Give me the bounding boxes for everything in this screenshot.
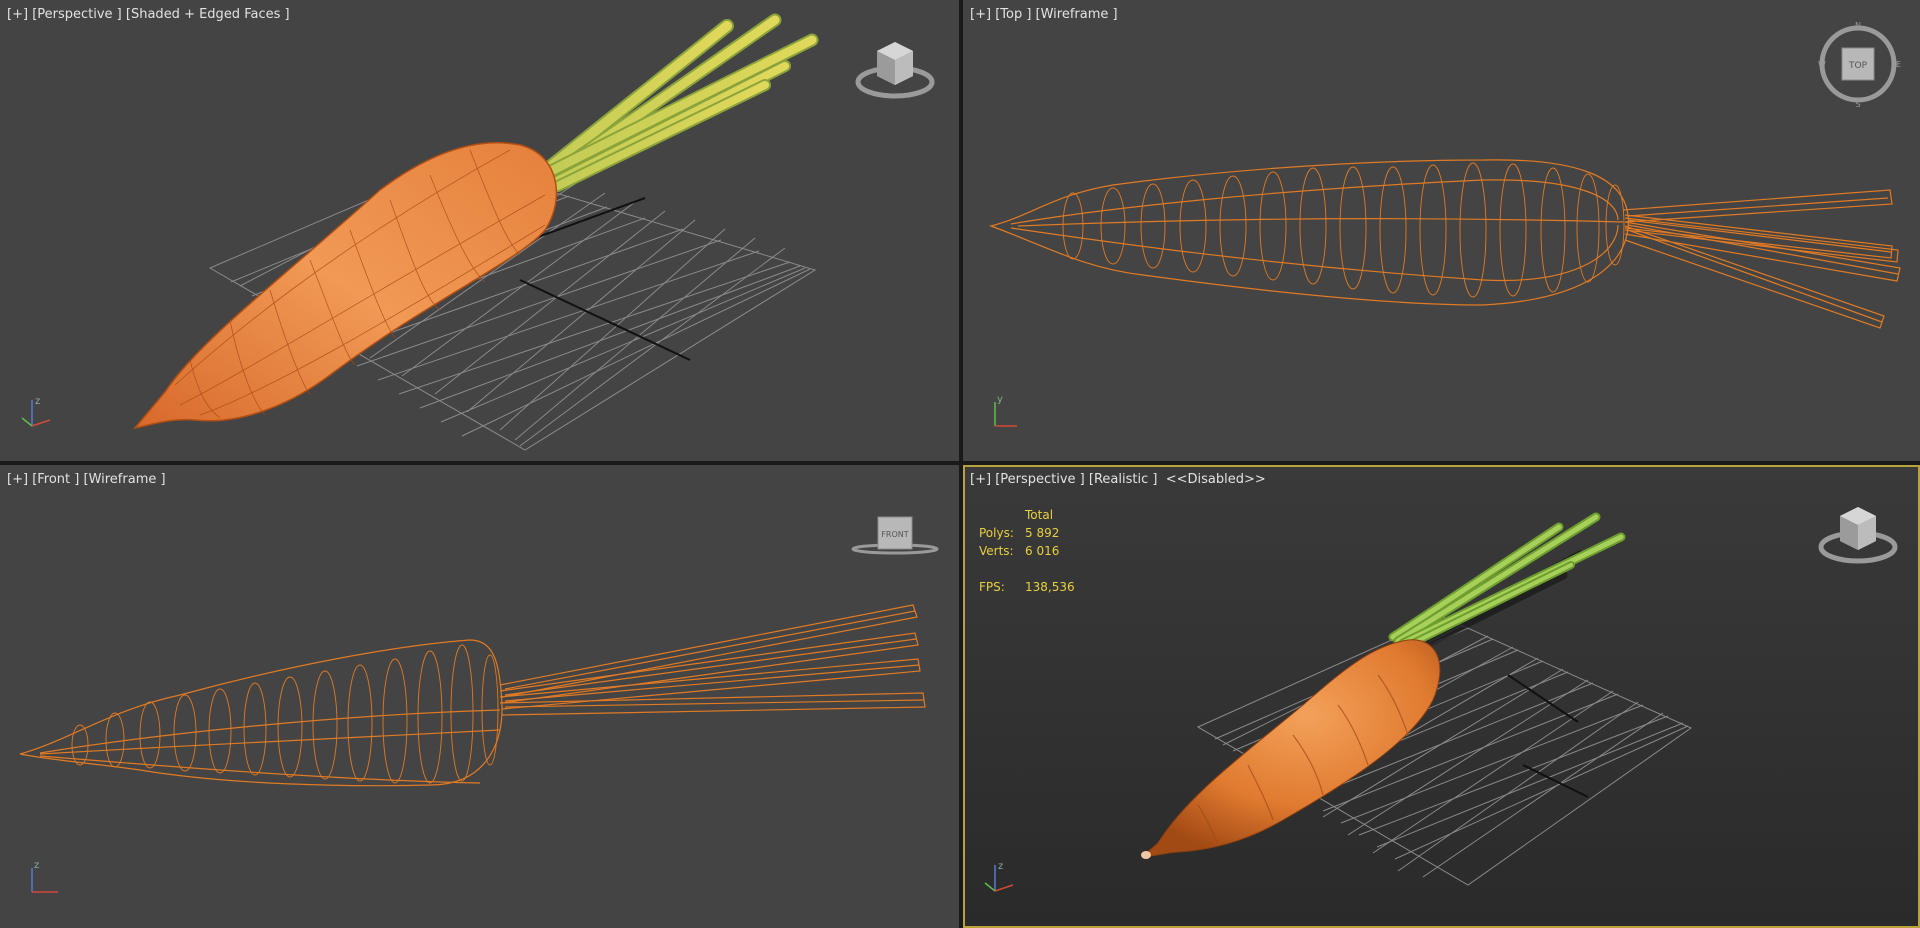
svg-text:z: z	[998, 861, 1003, 872]
svg-text:z: z	[35, 396, 40, 407]
top-scene	[988, 159, 1901, 329]
viewport-menu-plus[interactable]: [+]	[970, 472, 991, 487]
svg-text:S: S	[1855, 100, 1860, 108]
disabled-indicator: <<Disabled>>	[1165, 472, 1266, 487]
svg-text:E: E	[1896, 60, 1901, 69]
front-scene	[19, 604, 926, 787]
viewport-shading-menu[interactable]: [Shaded + Edged Faces ]	[126, 7, 290, 22]
viewport-label[interactable]: [+] [Top ] [Wireframe ]	[970, 7, 1118, 22]
axis-tripod: z	[984, 861, 1014, 892]
svg-text:y: y	[997, 394, 1003, 405]
viewport-label[interactable]: [+] [Perspective ] [Shaded + Edged Faces…	[7, 7, 290, 22]
viewcube-face-label: FRONT	[881, 530, 908, 539]
carrot-body	[133, 142, 558, 430]
fps-value: 138,536	[1025, 580, 1075, 594]
viewport-perspective-realistic[interactable]: [+] [Perspective ] [Realistic ] <<Disabl…	[963, 465, 1920, 928]
viewport-view-menu[interactable]: [Top ]	[995, 7, 1031, 22]
carrot-wireframe	[988, 159, 1901, 329]
viewport-view-menu[interactable]: [Perspective ]	[32, 7, 122, 22]
carrot-leaves	[533, 13, 819, 192]
svg-text:N: N	[1855, 22, 1861, 30]
viewport-shading-menu[interactable]: [Realistic ]	[1089, 472, 1158, 487]
carrot-body	[1141, 639, 1441, 857]
axis-tripod: y	[994, 394, 1017, 427]
viewport-front-wireframe[interactable]: [+] [Front ] [Wireframe ] FRONT z	[0, 465, 959, 928]
axis-tripod: z	[31, 860, 58, 893]
viewport-label[interactable]: [+] [Perspective ] [Realistic ] <<Disabl…	[970, 472, 1266, 487]
viewport-label[interactable]: [+] [Front ] [Wireframe ]	[7, 472, 166, 487]
viewcube[interactable]: FRONT	[850, 513, 940, 563]
viewcube[interactable]: TOP N S W E	[1816, 22, 1906, 108]
carrot-wireframe	[19, 604, 926, 787]
viewport-shading-menu[interactable]: [Wireframe ]	[1036, 7, 1118, 22]
axis-tripod: z	[21, 396, 51, 427]
viewport-top-wireframe[interactable]: [+] [Top ] [Wireframe ] TOP N S W E y	[963, 0, 1920, 461]
viewport-perspective-shaded[interactable]: [+] [Perspective ] [Shaded + Edged Faces…	[0, 0, 959, 461]
viewport-menu-plus[interactable]: [+]	[7, 472, 28, 487]
polys-value: 5 892	[1025, 526, 1060, 540]
polys-label: Polys:	[979, 526, 1014, 540]
viewport-view-menu[interactable]: [Front ]	[32, 472, 79, 487]
viewport-menu-plus[interactable]: [+]	[7, 7, 28, 22]
viewport-shading-menu[interactable]: [Wireframe ]	[84, 472, 166, 487]
realistic-scene	[1141, 512, 1693, 886]
viewcube-face-label: TOP	[1848, 61, 1868, 71]
viewcube[interactable]	[1813, 501, 1903, 573]
svg-text:W: W	[1818, 60, 1826, 69]
svg-text:z: z	[34, 860, 39, 871]
viewcube[interactable]	[850, 36, 940, 108]
stats-header: Total	[1025, 508, 1054, 522]
viewport-view-menu[interactable]: [Perspective ]	[995, 472, 1085, 487]
fps-label: FPS:	[979, 580, 1005, 594]
statistics-overlay: Total Polys: 5 892 Verts: 6 016 FPS: 138,53…	[979, 506, 1075, 596]
verts-label: Verts:	[979, 544, 1014, 558]
perspective-scene	[133, 13, 819, 451]
carrot-leaves	[1388, 512, 1626, 651]
verts-value: 6 016	[1025, 544, 1060, 558]
viewport-menu-plus[interactable]: [+]	[970, 7, 991, 22]
